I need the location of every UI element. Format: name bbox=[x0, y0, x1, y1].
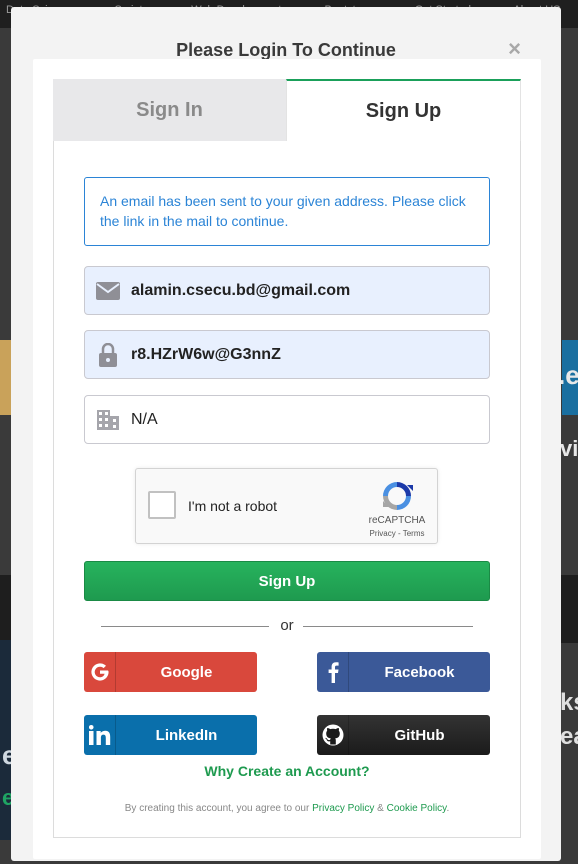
linkedin-icon bbox=[84, 715, 116, 755]
recaptcha-checkbox[interactable] bbox=[148, 491, 176, 519]
email-field[interactable] bbox=[84, 266, 490, 315]
recaptcha-widget: I'm not a robot reCAPTCHA Privacy - Term… bbox=[135, 468, 438, 544]
lock-icon bbox=[85, 331, 131, 378]
close-button[interactable]: × bbox=[508, 38, 521, 60]
email-input[interactable] bbox=[131, 267, 471, 314]
building-icon bbox=[85, 396, 131, 443]
or-separator: or bbox=[101, 615, 473, 637]
sign-up-button[interactable]: Sign Up bbox=[84, 561, 490, 601]
recaptcha-links[interactable]: Privacy - Terms bbox=[362, 529, 432, 538]
github-label: GitHub bbox=[394, 726, 445, 744]
privacy-policy-link[interactable]: Privacy Policy bbox=[312, 803, 374, 814]
divider-line bbox=[303, 626, 473, 627]
background-text: vi bbox=[560, 436, 578, 461]
tab-sign-up[interactable]: Sign Up bbox=[286, 79, 521, 141]
github-icon bbox=[317, 715, 349, 755]
recaptcha-label: I'm not a robot bbox=[188, 498, 278, 514]
linkedin-label: LinkedIn bbox=[155, 726, 218, 744]
google-icon bbox=[84, 652, 116, 692]
google-signup-button[interactable]: Google bbox=[84, 652, 257, 692]
facebook-icon bbox=[317, 652, 349, 692]
company-field[interactable] bbox=[84, 395, 490, 444]
recaptcha-brand: reCAPTCHA bbox=[368, 515, 426, 526]
linkedin-signup-button[interactable]: LinkedIn bbox=[84, 715, 257, 755]
auth-tabs: Sign In Sign Up bbox=[53, 79, 521, 141]
company-input[interactable] bbox=[131, 396, 471, 443]
password-field[interactable] bbox=[84, 330, 490, 379]
envelope-icon bbox=[85, 267, 131, 314]
background-text: .e bbox=[558, 360, 578, 390]
github-signup-button[interactable]: GitHub bbox=[317, 715, 490, 755]
terms-text: By creating this account, you agree to o… bbox=[53, 803, 521, 814]
terms-and: & bbox=[374, 803, 387, 814]
google-label: Google bbox=[160, 663, 213, 681]
password-input[interactable] bbox=[131, 331, 471, 378]
tab-sign-in[interactable]: Sign In bbox=[53, 79, 286, 141]
recaptcha-logo-icon bbox=[380, 479, 414, 513]
terms-prefix: By creating this account, you agree to o… bbox=[124, 803, 313, 814]
facebook-label: Facebook bbox=[384, 663, 455, 681]
background-text: ks ea bbox=[560, 689, 578, 750]
why-create-account-link[interactable]: Why Create an Account? bbox=[53, 763, 521, 779]
modal-title: Please Login To Continue bbox=[176, 40, 396, 60]
facebook-signup-button[interactable]: Facebook bbox=[317, 652, 490, 692]
cookie-policy-link[interactable]: Cookie Policy bbox=[387, 803, 447, 814]
terms-suffix: . bbox=[446, 803, 450, 814]
email-sent-notice: An email has been sent to your given add… bbox=[84, 177, 490, 246]
